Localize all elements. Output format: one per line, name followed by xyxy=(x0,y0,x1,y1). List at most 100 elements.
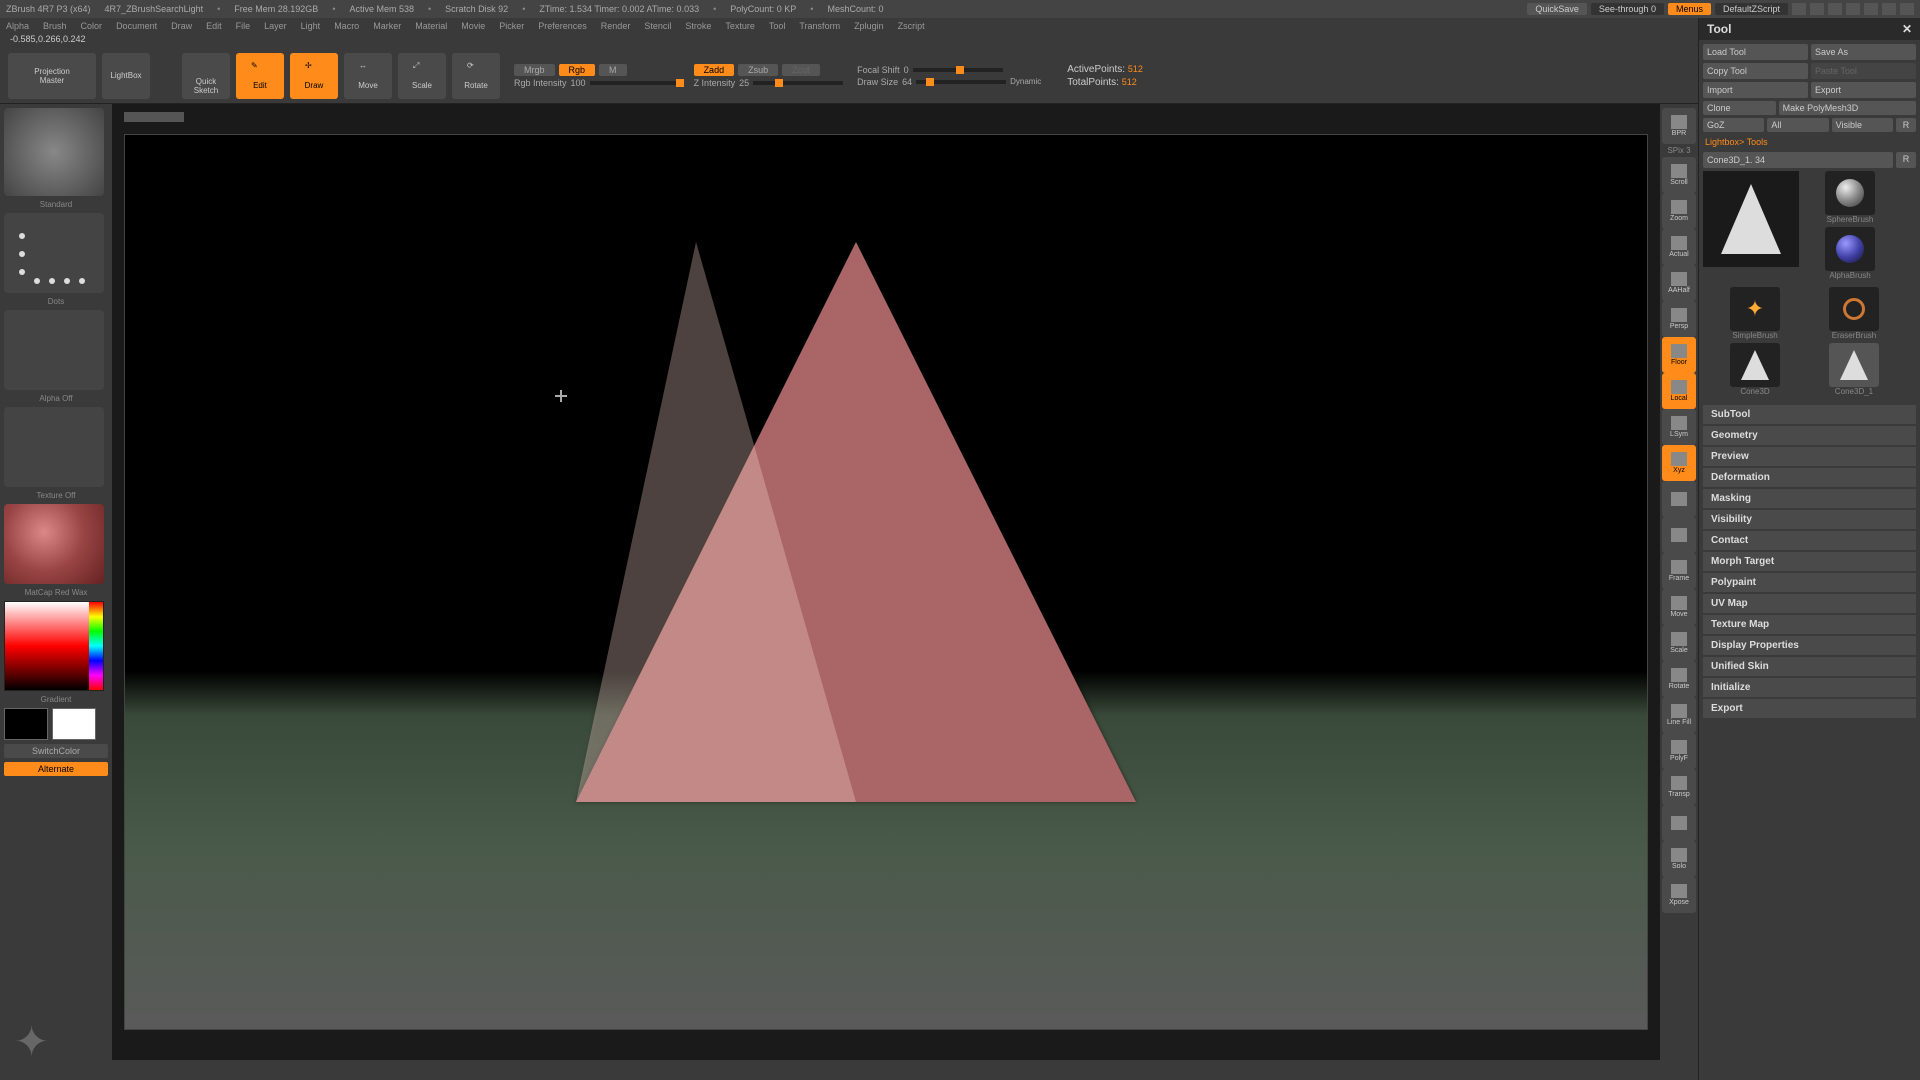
section-morph-target[interactable]: Morph Target xyxy=(1703,552,1916,571)
section-masking[interactable]: Masking xyxy=(1703,489,1916,508)
strip-line fill-button[interactable]: Line Fill xyxy=(1662,697,1696,733)
strip-aahalf-button[interactable]: AAHalf xyxy=(1662,265,1696,301)
strip-blank-button[interactable] xyxy=(1662,805,1696,841)
strip-move-button[interactable]: Move xyxy=(1662,589,1696,625)
tool-thumb-simplebrush[interactable]: ✦ xyxy=(1730,287,1780,331)
menu-movie[interactable]: Movie xyxy=(461,21,485,31)
menu-stencil[interactable]: Stencil xyxy=(644,21,671,31)
draw-size-slider[interactable] xyxy=(916,80,1006,84)
strip-polyf-button[interactable]: PolyF xyxy=(1662,733,1696,769)
tool-r-button[interactable]: R xyxy=(1896,152,1916,168)
strip-floor-button[interactable]: Floor xyxy=(1662,337,1696,373)
menu-material[interactable]: Material xyxy=(415,21,447,31)
tool-thumb-spherebrush[interactable] xyxy=(1825,171,1875,215)
menu-render[interactable]: Render xyxy=(601,21,631,31)
rotate-button[interactable]: ⟳Rotate xyxy=(452,53,500,99)
material-thumbnail[interactable] xyxy=(4,504,104,584)
menu-transform[interactable]: Transform xyxy=(799,21,840,31)
menu-color[interactable]: Color xyxy=(81,21,103,31)
color-picker[interactable] xyxy=(4,601,104,691)
menu-texture[interactable]: Texture xyxy=(725,21,755,31)
maximize-icon[interactable] xyxy=(1864,3,1878,15)
zsub-button[interactable]: Zsub xyxy=(738,64,778,76)
menu-tool[interactable]: Tool xyxy=(769,21,786,31)
focal-shift-slider[interactable] xyxy=(913,68,1003,72)
menu-zscript[interactable]: Zscript xyxy=(898,21,925,31)
quicksave-button[interactable]: QuickSave xyxy=(1527,3,1587,15)
viewport[interactable] xyxy=(124,134,1648,1030)
strip-transp-button[interactable]: Transp xyxy=(1662,769,1696,805)
paste-tool-button[interactable]: Paste Tool xyxy=(1811,63,1916,79)
section-geometry[interactable]: Geometry xyxy=(1703,426,1916,445)
primary-color-swatch[interactable] xyxy=(52,708,96,740)
spix-label[interactable]: SPix 3 xyxy=(1662,146,1696,155)
menu-macro[interactable]: Macro xyxy=(334,21,359,31)
make-polymesh3d-button[interactable]: Make PolyMesh3D xyxy=(1779,101,1916,115)
tool-thumb-eraserbrush[interactable] xyxy=(1829,287,1879,331)
section-uv-map[interactable]: UV Map xyxy=(1703,594,1916,613)
rgb-intensity-slider[interactable] xyxy=(590,81,680,85)
tool-thumb-cone3d[interactable] xyxy=(1730,343,1780,387)
goz-all-button[interactable]: All xyxy=(1767,118,1828,132)
help-icon[interactable] xyxy=(1828,3,1842,15)
strip-lsym-button[interactable]: LSym xyxy=(1662,409,1696,445)
close-icon[interactable] xyxy=(1900,3,1914,15)
copy-tool-button[interactable]: Copy Tool xyxy=(1703,63,1808,79)
menu-file[interactable]: File xyxy=(236,21,251,31)
strip-blank-button[interactable] xyxy=(1662,517,1696,553)
zadd-button[interactable]: Zadd xyxy=(694,64,735,76)
seethrough-slider[interactable]: See-through 0 xyxy=(1591,3,1664,15)
menu-document[interactable]: Document xyxy=(116,21,157,31)
strip-local-button[interactable]: Local xyxy=(1662,373,1696,409)
strip-xyz-button[interactable]: Xyz xyxy=(1662,445,1696,481)
goz-visible-button[interactable]: Visible xyxy=(1832,118,1893,132)
dock-icon[interactable] xyxy=(1792,3,1806,15)
section-unified-skin[interactable]: Unified Skin xyxy=(1703,657,1916,676)
rgb-button[interactable]: Rgb xyxy=(559,64,596,76)
current-tool-name[interactable]: Cone3D_1. 34 xyxy=(1703,152,1893,168)
import-button[interactable]: Import xyxy=(1703,82,1808,98)
texture-thumbnail[interactable] xyxy=(4,407,104,487)
strip-frame-button[interactable]: Frame xyxy=(1662,553,1696,589)
alpha-thumbnail[interactable] xyxy=(4,310,104,390)
menu-preferences[interactable]: Preferences xyxy=(538,21,587,31)
restore-icon[interactable] xyxy=(1882,3,1896,15)
load-tool-button[interactable]: Load Tool xyxy=(1703,44,1808,60)
menu-stroke[interactable]: Stroke xyxy=(685,21,711,31)
switchcolor-button[interactable]: SwitchColor xyxy=(4,744,108,758)
z-intensity-slider[interactable] xyxy=(753,81,843,85)
section-visibility[interactable]: Visibility xyxy=(1703,510,1916,529)
edit-button[interactable]: ✎Edit xyxy=(236,53,284,99)
menu-light[interactable]: Light xyxy=(301,21,321,31)
m-button[interactable]: M xyxy=(599,64,627,76)
cone-mesh[interactable] xyxy=(576,242,1136,802)
export-button[interactable]: Export xyxy=(1811,82,1916,98)
strip-rotate-button[interactable]: Rotate xyxy=(1662,661,1696,697)
menu-brush[interactable]: Brush xyxy=(43,21,67,31)
menus-button[interactable]: Menus xyxy=(1668,3,1711,15)
menu-layer[interactable]: Layer xyxy=(264,21,287,31)
menu-zplugin[interactable]: Zplugin xyxy=(854,21,884,31)
hue-strip[interactable] xyxy=(89,602,103,690)
strip-zoom-button[interactable]: Zoom xyxy=(1662,193,1696,229)
draw-button[interactable]: ✢Draw xyxy=(290,53,338,99)
menu-draw[interactable]: Draw xyxy=(171,21,192,31)
current-tool-thumbnail[interactable] xyxy=(1703,171,1799,267)
strip-scroll-button[interactable]: Scroll xyxy=(1662,157,1696,193)
brush-thumbnail[interactable] xyxy=(4,108,104,196)
projection-master-button[interactable]: Projection Master xyxy=(8,53,96,99)
section-display-properties[interactable]: Display Properties xyxy=(1703,636,1916,655)
section-initialize[interactable]: Initialize xyxy=(1703,678,1916,697)
section-preview[interactable]: Preview xyxy=(1703,447,1916,466)
section-subtool[interactable]: SubTool xyxy=(1703,405,1916,424)
menu-alpha[interactable]: Alpha xyxy=(6,21,29,31)
recent-documents-bar[interactable] xyxy=(124,112,184,122)
clone-button[interactable]: Clone xyxy=(1703,101,1776,115)
section-polypaint[interactable]: Polypaint xyxy=(1703,573,1916,592)
defaultzscript-button[interactable]: DefaultZScript xyxy=(1715,3,1788,15)
quicksketch-button[interactable]: Quick Sketch xyxy=(182,53,230,99)
mrgb-button[interactable]: Mrgb xyxy=(514,64,555,76)
canvas-area[interactable] xyxy=(112,104,1660,1060)
strip-xpose-button[interactable]: Xpose xyxy=(1662,877,1696,913)
section-deformation[interactable]: Deformation xyxy=(1703,468,1916,487)
